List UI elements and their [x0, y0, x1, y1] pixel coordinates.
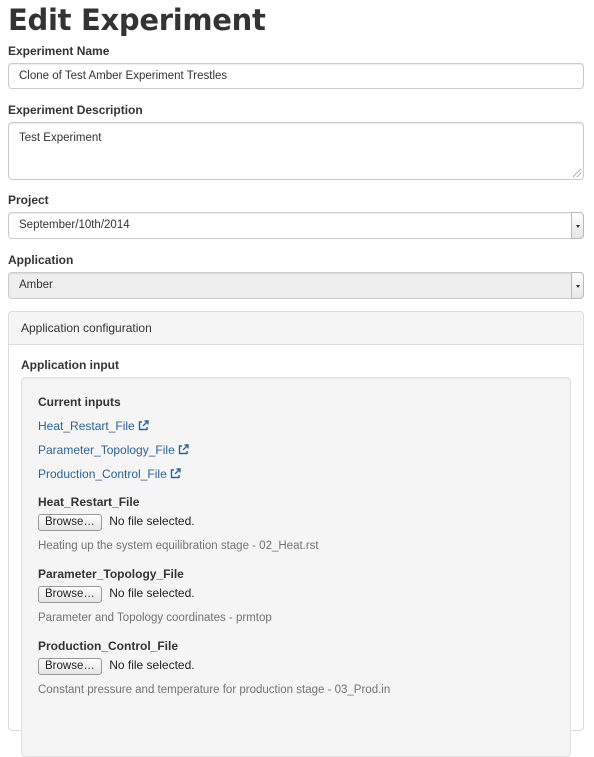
file-input: Browse… No file selected. — [38, 514, 195, 532]
file-status: No file selected. — [109, 586, 195, 600]
application-input-title: Application input — [21, 358, 119, 372]
select-arrow-icon[interactable] — [571, 212, 584, 239]
current-inputs-title: Current inputs — [38, 395, 121, 409]
file-input-label: Parameter_Topology_File — [38, 567, 184, 581]
current-input-link[interactable]: Production_Control_File — [38, 467, 181, 481]
select-arrow-icon[interactable] — [571, 272, 584, 299]
project-selected-value: September/10th/2014 — [19, 219, 130, 231]
current-input-link-label[interactable]: Heat_Restart_File — [38, 419, 135, 433]
external-link-icon — [138, 420, 149, 431]
project-label: Project — [8, 193, 49, 207]
application-label: Application — [8, 253, 74, 267]
application-configuration-panel: Application configuration Application in… — [8, 311, 584, 757]
current-input-link-label[interactable]: Production_Control_File — [38, 467, 167, 481]
experiment-name-label: Experiment Name — [8, 44, 110, 58]
current-input-link[interactable]: Heat_Restart_File — [38, 419, 149, 433]
file-input-label: Production_Control_File — [38, 639, 179, 653]
experiment-name-input[interactable]: Clone of Test Amber Experiment Trestles — [8, 63, 584, 89]
experiment-description-label: Experiment Description — [8, 103, 143, 117]
application-select[interactable]: Amber — [8, 272, 584, 299]
current-input-link-label[interactable]: Parameter_Topology_File — [38, 443, 175, 457]
external-link-icon — [178, 444, 189, 455]
file-input-help: Constant pressure and temperature for pr… — [38, 684, 391, 696]
application-input-well: Current inputs Heat_Restart_File Paramet… — [21, 377, 571, 757]
file-input: Browse… No file selected. — [38, 658, 195, 676]
browse-button[interactable]: Browse… — [38, 586, 102, 603]
resize-grip-icon[interactable] — [573, 169, 581, 177]
experiment-description-textarea[interactable]: Test Experiment — [8, 122, 584, 180]
file-status: No file selected. — [109, 658, 195, 672]
current-input-link[interactable]: Parameter_Topology_File — [38, 443, 189, 457]
project-select[interactable]: September/10th/2014 — [8, 212, 584, 239]
file-input-help: Heating up the system equilibration stag… — [38, 540, 319, 552]
file-status: No file selected. — [109, 514, 195, 528]
experiment-description-value: Test Experiment — [19, 132, 102, 144]
file-input: Browse… No file selected. — [38, 586, 195, 604]
file-input-help: Parameter and Topology coordinates - prm… — [38, 612, 272, 624]
panel-heading: Application configuration — [9, 312, 583, 345]
external-link-icon — [170, 468, 181, 479]
page-title: Edit Experiment — [8, 3, 266, 37]
file-input-label: Heat_Restart_File — [38, 495, 140, 509]
browse-button[interactable]: Browse… — [38, 514, 102, 531]
browse-button[interactable]: Browse… — [38, 658, 102, 675]
application-selected-value: Amber — [19, 279, 53, 291]
